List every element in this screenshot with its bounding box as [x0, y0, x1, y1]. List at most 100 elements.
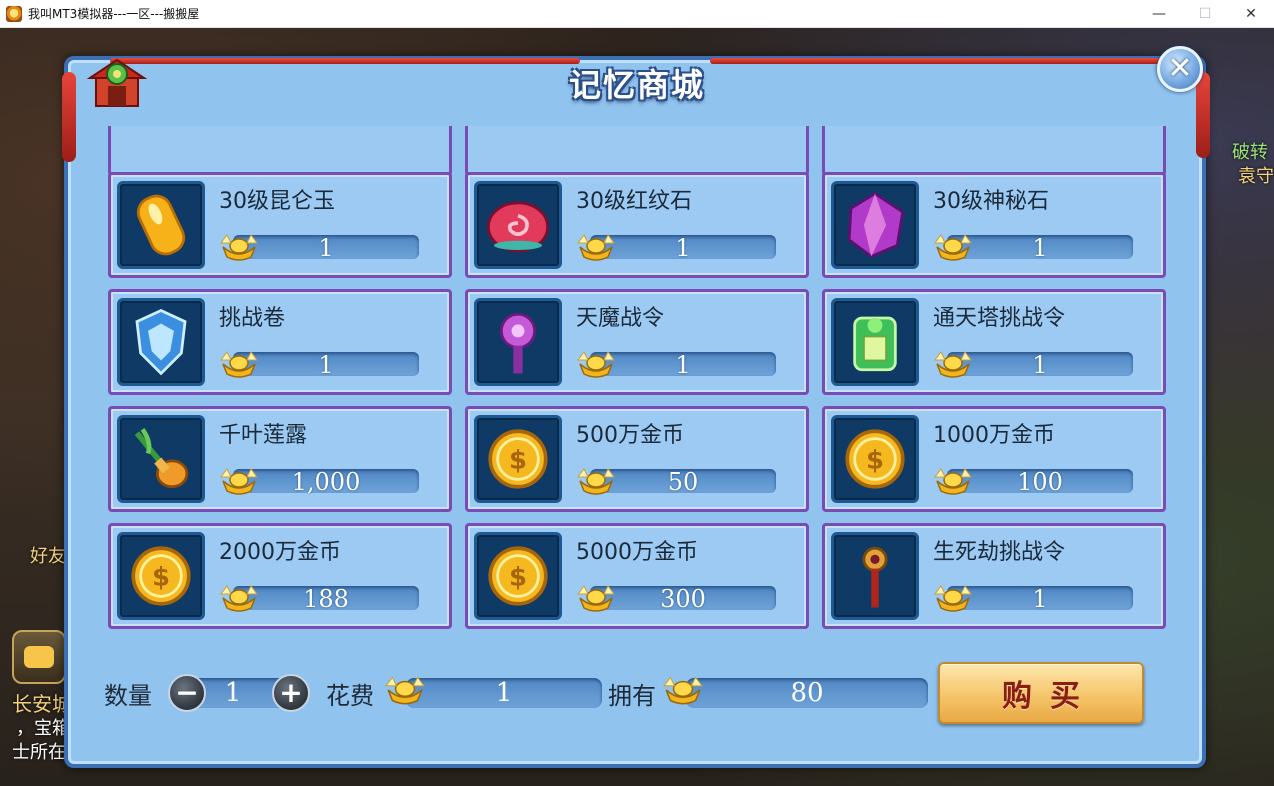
- close-icon: ✕: [1167, 51, 1193, 86]
- svg-text:$: $: [509, 445, 527, 475]
- item-price-bar: 1: [947, 234, 1133, 262]
- item-name: 千叶莲露: [219, 423, 308, 448]
- item-name: 通天塔挑战令: [933, 306, 1066, 331]
- quantity-label: 数量: [104, 682, 152, 710]
- close-button[interactable]: ✕: [1157, 46, 1203, 92]
- ingot-icon: [933, 465, 973, 497]
- item-price: 1: [1032, 234, 1048, 262]
- item-price-bar: 188: [233, 585, 419, 613]
- svg-text:$: $: [509, 562, 527, 592]
- gold-coin-icon: $: [117, 532, 205, 620]
- bg-location-text: 长安城: [12, 692, 72, 716]
- shop-item-card[interactable]: 挑战卷 1: [108, 289, 452, 395]
- cost-value: 1: [495, 678, 513, 708]
- plus-icon: +: [279, 676, 303, 709]
- red-vein-stone-icon: [474, 181, 562, 269]
- ingot-icon: [385, 676, 425, 705]
- item-price-bar: 1: [947, 351, 1133, 379]
- item-price: 1: [318, 351, 334, 379]
- item-price-bar: 1: [590, 351, 776, 379]
- lotus-dew-icon: [117, 415, 205, 503]
- item-price-bar: 50: [590, 469, 776, 495]
- demon-war-token-icon: [474, 298, 562, 386]
- partial-card-above: [108, 126, 452, 178]
- buy-button[interactable]: 购买: [938, 662, 1144, 724]
- item-price-bar: 1: [590, 234, 776, 262]
- item-price: 100: [1017, 468, 1063, 496]
- ingot-icon: [933, 231, 973, 263]
- shop-title: 记忆商城: [568, 66, 705, 104]
- bg-quest-text-2: 袁守: [1238, 166, 1274, 187]
- item-price-bar: 1: [233, 235, 419, 261]
- life-death-token-icon: [831, 532, 919, 620]
- shop-item-card[interactable]: 30级红纹石 1: [465, 172, 809, 278]
- svg-text:$: $: [152, 562, 170, 592]
- decrease-quantity-button[interactable]: −: [168, 674, 206, 712]
- item-price-bar: 300: [590, 586, 776, 612]
- cost-field: 1: [406, 678, 602, 708]
- svg-text:$: $: [866, 445, 884, 475]
- item-name: 1000万金币: [933, 423, 1055, 448]
- shop-item-card[interactable]: $500万金币 50: [465, 406, 809, 512]
- window-title: 我叫MT3模拟器---一区---搬搬屋: [28, 7, 200, 21]
- item-name: 500万金币: [576, 423, 684, 448]
- increase-quantity-button[interactable]: +: [272, 674, 310, 712]
- item-price: 1: [1032, 585, 1048, 613]
- item-price-bar: 1: [947, 585, 1133, 613]
- shop-item-card[interactable]: $2000万金币 188: [108, 523, 452, 629]
- ingot-icon: [219, 582, 259, 614]
- partial-card-above: [822, 126, 1166, 178]
- shop-item-card[interactable]: $1000万金币 100: [822, 406, 1166, 512]
- item-price: 1: [1032, 351, 1048, 379]
- shop-item-card[interactable]: 千叶莲露 1,000: [108, 406, 452, 512]
- app-icon: [6, 5, 22, 22]
- item-name: 5000万金币: [576, 540, 698, 565]
- item-price: 188: [303, 585, 349, 613]
- ingot-icon: [219, 231, 259, 263]
- shop-item-card[interactable]: 30级神秘石 1: [822, 172, 1166, 278]
- buy-button-label: 购买: [1002, 679, 1098, 714]
- ingot-icon: [219, 465, 259, 497]
- shop-item-card[interactable]: 生死劫挑战令 1: [822, 523, 1166, 629]
- item-name: 挑战卷: [219, 306, 286, 331]
- tower-challenge-token-icon: [831, 298, 919, 386]
- item-price: 1: [675, 351, 691, 379]
- bg-chat-line-2: 士所在: [12, 742, 66, 763]
- gold-coin-icon: $: [474, 415, 562, 503]
- minus-icon: −: [175, 676, 199, 709]
- item-grid[interactable]: 30级昆仑玉 1 30级红纹石 1 30级神秘石 1 挑战卷 1 天魔战令 1 通天塔挑战令 1 千叶莲…: [100, 126, 1174, 636]
- kunlun-jade-icon: [117, 181, 205, 269]
- item-name: 30级昆仑玉: [219, 189, 335, 214]
- chat-button[interactable]: [12, 630, 66, 684]
- bg-quest-text-1: 破转: [1232, 142, 1268, 163]
- owned-value: 80: [790, 678, 824, 708]
- ingot-icon: [576, 231, 616, 263]
- item-price: 1: [675, 234, 691, 262]
- window-close-button[interactable]: ✕: [1228, 0, 1274, 28]
- mystic-stone-icon: [831, 181, 919, 269]
- minimize-button[interactable]: —: [1136, 0, 1182, 28]
- item-name: 30级红纹石: [576, 189, 692, 214]
- item-name: 生死劫挑战令: [933, 540, 1066, 565]
- shop-item-card[interactable]: 30级昆仑玉 1: [108, 172, 452, 278]
- ingot-icon: [663, 676, 703, 705]
- shop-item-card[interactable]: $5000万金币 300: [465, 523, 809, 629]
- shop-item-card[interactable]: 通天塔挑战令 1: [822, 289, 1166, 395]
- shop-item-card[interactable]: 天魔战令 1: [465, 289, 809, 395]
- ingot-icon: [576, 348, 616, 380]
- maximize-button[interactable]: ☐: [1182, 0, 1228, 28]
- ingot-icon: [219, 348, 259, 380]
- item-name: 天魔战令: [576, 306, 665, 331]
- item-price: 1,000: [291, 468, 361, 496]
- chat-icon: [24, 646, 54, 668]
- ingot-icon: [576, 582, 616, 614]
- challenge-scroll-icon: [117, 298, 205, 386]
- item-name: 2000万金币: [219, 540, 341, 565]
- ingot-icon: [933, 348, 973, 380]
- cost-label: 花费: [326, 682, 374, 710]
- bg-chat-line-1: ，宝箱: [16, 718, 70, 739]
- partial-card-above: [465, 126, 809, 178]
- item-name: 30级神秘石: [933, 189, 1049, 214]
- window-titlebar: 我叫MT3模拟器---一区---搬搬屋 — ☐ ✕: [0, 0, 1274, 28]
- bg-friends-text: 好友: [30, 546, 66, 567]
